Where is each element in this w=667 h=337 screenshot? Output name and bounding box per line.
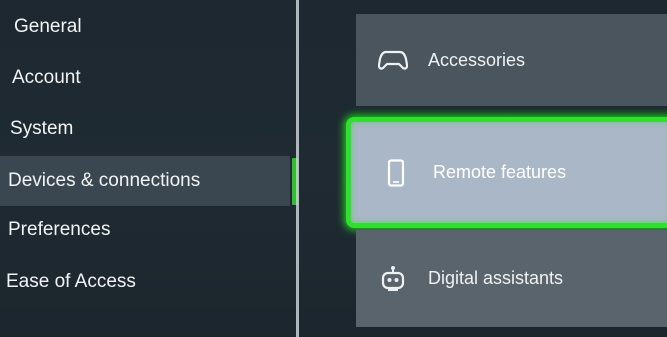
nav-item-preferences[interactable]: Preferences xyxy=(8,205,110,255)
accessories-card[interactable]: Accessories xyxy=(356,14,667,106)
nav-item-account[interactable]: Account xyxy=(12,53,81,103)
card-label: Remote features xyxy=(433,162,567,182)
digital-assistants-card[interactable]: Digital assistants xyxy=(356,230,667,327)
nav-item-ease-of-access[interactable]: Ease of Access xyxy=(6,257,136,307)
settings-screen: General Account System Devices & connect… xyxy=(0,0,667,337)
nav-item-label: General xyxy=(14,16,82,37)
pane-divider xyxy=(296,0,299,337)
card-label: Digital assistants xyxy=(428,268,564,288)
gamepad-icon xyxy=(376,43,410,77)
nav-item-label: Preferences xyxy=(8,219,111,240)
nav-item-label: Account xyxy=(12,67,81,88)
nav-item-label: System xyxy=(10,118,74,139)
settings-nav: General Account System Devices & connect… xyxy=(0,0,298,337)
nav-item-label: Devices & connections xyxy=(8,170,201,191)
remote-features-card[interactable]: Remote features xyxy=(346,117,667,228)
nav-item-devices-connections[interactable]: Devices & connections xyxy=(0,156,290,206)
nav-item-system[interactable]: System xyxy=(10,104,73,154)
nav-item-label: Ease of Access xyxy=(6,271,136,292)
card-label: Accessories xyxy=(428,49,526,70)
robot-icon xyxy=(376,262,410,296)
phone-icon xyxy=(379,156,413,190)
nav-item-general[interactable]: General xyxy=(14,2,82,52)
